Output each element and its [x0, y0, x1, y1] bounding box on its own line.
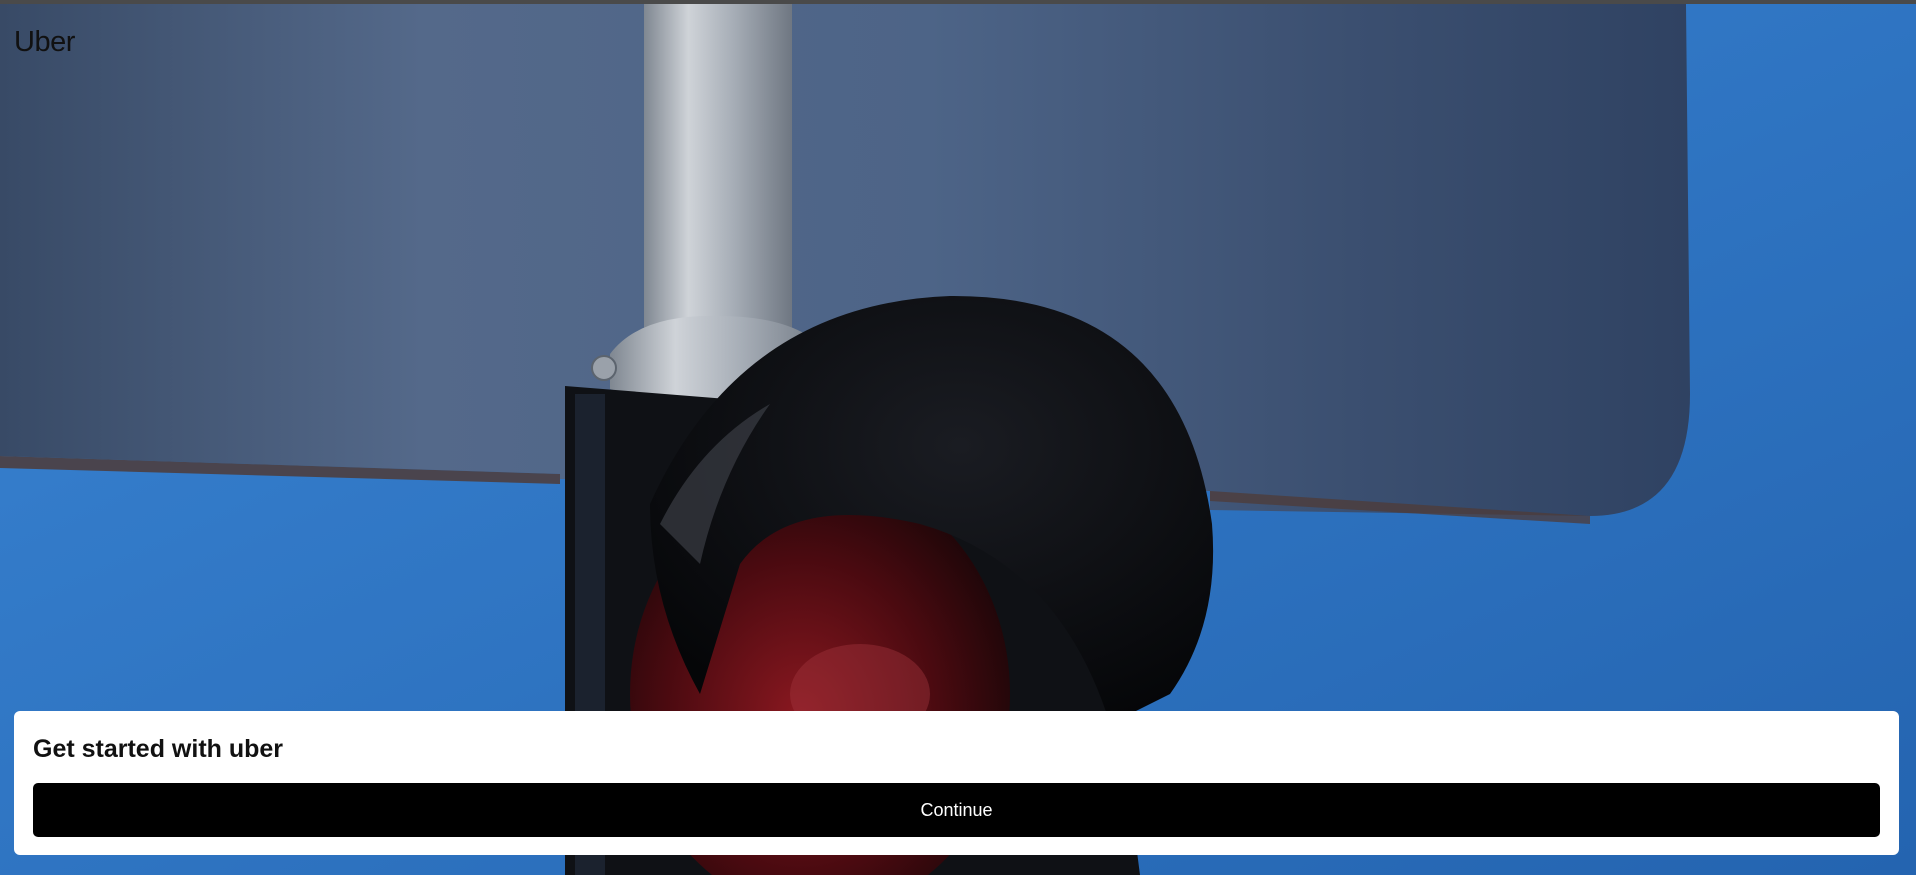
pole: [644, 4, 792, 344]
get-started-card: Get started with uber Continue: [14, 711, 1899, 855]
uber-logo[interactable]: Uber: [14, 26, 75, 59]
hero-background: Uber Get started with uber Continue: [0, 4, 1916, 875]
card-title: Get started with uber: [33, 735, 284, 763]
continue-button[interactable]: Continue: [33, 783, 1880, 837]
